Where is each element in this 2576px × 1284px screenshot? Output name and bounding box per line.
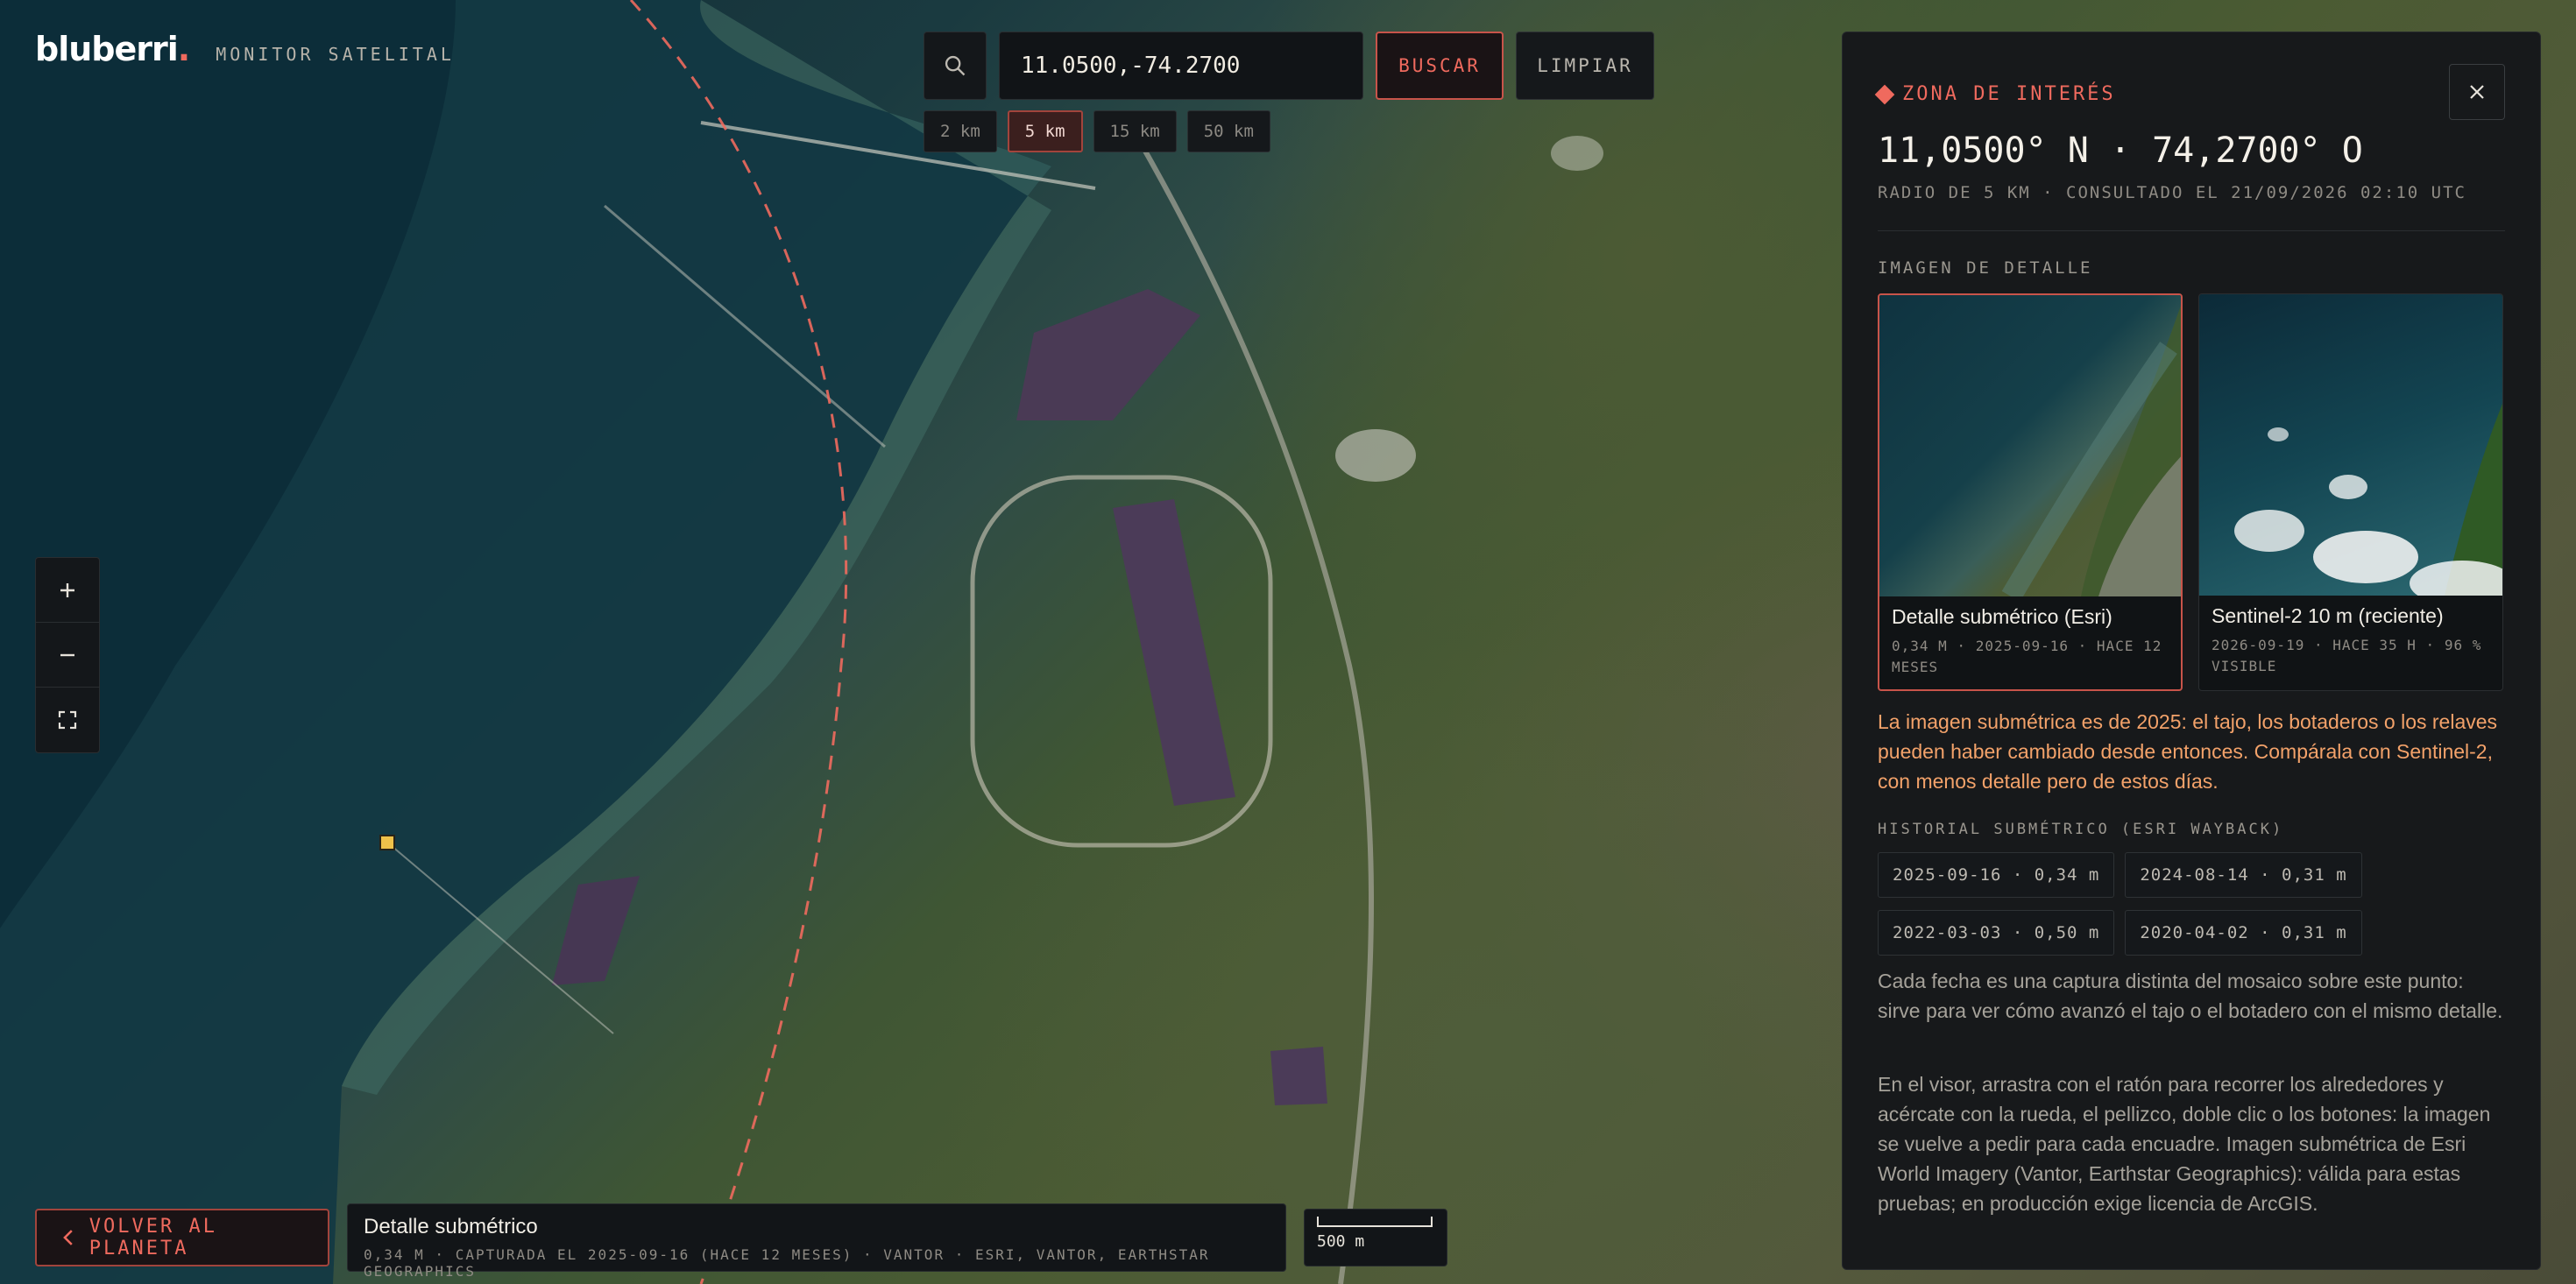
history-explanation: Cada fecha es una captura distinta del m… (1878, 970, 2503, 1022)
search-button[interactable] (924, 32, 987, 100)
zoom-controls (35, 557, 100, 753)
imagery-info: Detalle submétrico 0,34 M · CAPTURADA EL… (347, 1203, 1286, 1280)
thumb-sentinel[interactable]: Sentinel-2 10 m (reciente) 2026-09-19 · … (2198, 293, 2503, 691)
imagery-thumbnails: Detalle submétrico (Esri) 0,34 M · 2025-… (1878, 293, 2503, 691)
zone-heading: ZONA DE INTERÉS (1874, 83, 2116, 105)
history-list: 2025-09-16 · 0,34 m 2024-08-14 · 0,31 m … (1878, 852, 2362, 956)
viewer-help-text: En el visor, arrastra con el ratón para … (1878, 1073, 2491, 1215)
brand: bluberri. MONITOR SATELITAL (35, 30, 455, 68)
thumb-sentinel-image (2199, 294, 2502, 596)
radius-selector: 2 km 5 km 15 km 50 km (924, 110, 1270, 152)
query-meta: RADIO DE 5 KM · CONSULTADO EL 21/09/2026… (1878, 183, 2466, 202)
history-heading: HISTORIAL SUBMÉTRICO (ESRI WAYBACK) (1878, 821, 2284, 838)
app-subtitle: MONITOR SATELITAL (216, 44, 455, 65)
fullscreen-icon (58, 710, 77, 730)
coordinates-title: 11,0500° N · 74,2700° O (1878, 131, 2363, 171)
history-date-chip[interactable]: 2020-04-02 · 0,31 m (2125, 910, 2362, 956)
diamond-icon (1874, 84, 1895, 104)
map-scale: 500 m (1304, 1209, 1447, 1266)
thumb-sentinel-meta: 2026-09-19 · HACE 35 H · 96 % VISIBLE (2212, 637, 2482, 674)
clear-button[interactable]: LIMPIAR (1516, 32, 1654, 100)
thumb-esri-title: Detalle submétrico (Esri) (1892, 605, 2112, 628)
logo: bluberri. (35, 30, 190, 68)
history-date-chip[interactable]: 2025-09-16 · 0,34 m (1878, 852, 2115, 898)
history-date-chip[interactable]: 2024-08-14 · 0,31 m (2125, 852, 2362, 898)
back-label: VOLVER AL PLANETA (88, 1216, 217, 1259)
thumb-esri-meta: 0,34 M · 2025-09-16 · HACE 12 MESES (1892, 638, 2162, 675)
radius-50km[interactable]: 50 km (1186, 110, 1270, 152)
imagery-warning: La imagen submétrica es de 2025: el tajo… (1878, 710, 2498, 793)
scale-bar (1317, 1217, 1433, 1227)
close-panel-button[interactable] (2449, 64, 2505, 120)
radius-5km[interactable]: 5 km (1007, 110, 1083, 152)
thumb-esri[interactable]: Detalle submétrico (Esri) 0,34 M · 2025-… (1878, 293, 2183, 691)
fullscreen-button[interactable] (36, 688, 99, 752)
thumb-sentinel-title: Sentinel-2 10 m (reciente) (2212, 604, 2444, 627)
divider (1878, 230, 2505, 231)
chevron-left-icon (63, 1230, 73, 1245)
coordinates-input[interactable]: 11.0500,-74.2700 (999, 32, 1363, 100)
minus-icon (60, 653, 74, 656)
thumb-esri-image (1879, 295, 2181, 596)
zone-label: ZONA DE INTERÉS (1902, 83, 2116, 105)
search-submit-button[interactable]: BUSCAR (1376, 32, 1504, 100)
search-icon (945, 55, 966, 76)
history-date-chip[interactable]: 2022-03-03 · 0,50 m (1878, 910, 2115, 956)
imagery-attribution: 0,34 M · CAPTURADA EL 2025-09-16 (HACE 1… (364, 1246, 1210, 1280)
details-panel: ZONA DE INTERÉS 11,0500° N · 74,2700° O … (1842, 32, 2541, 1270)
imagery-title: Detalle submétrico (364, 1215, 538, 1238)
detail-heading: IMAGEN DE DETALLE (1878, 258, 2093, 278)
search-bar: 11.0500,-74.2700 BUSCAR LIMPIAR (924, 32, 1654, 100)
back-to-planet-button[interactable]: VOLVER AL PLANETA (35, 1209, 329, 1266)
radius-2km[interactable]: 2 km (924, 110, 997, 152)
zoom-in-button[interactable] (36, 558, 99, 623)
location-marker (379, 835, 395, 850)
close-icon (2470, 85, 2484, 99)
plus-icon (60, 582, 74, 597)
zoom-out-button[interactable] (36, 623, 99, 688)
scale-label: 500 m (1317, 1232, 1365, 1251)
radius-15km[interactable]: 15 km (1093, 110, 1177, 152)
